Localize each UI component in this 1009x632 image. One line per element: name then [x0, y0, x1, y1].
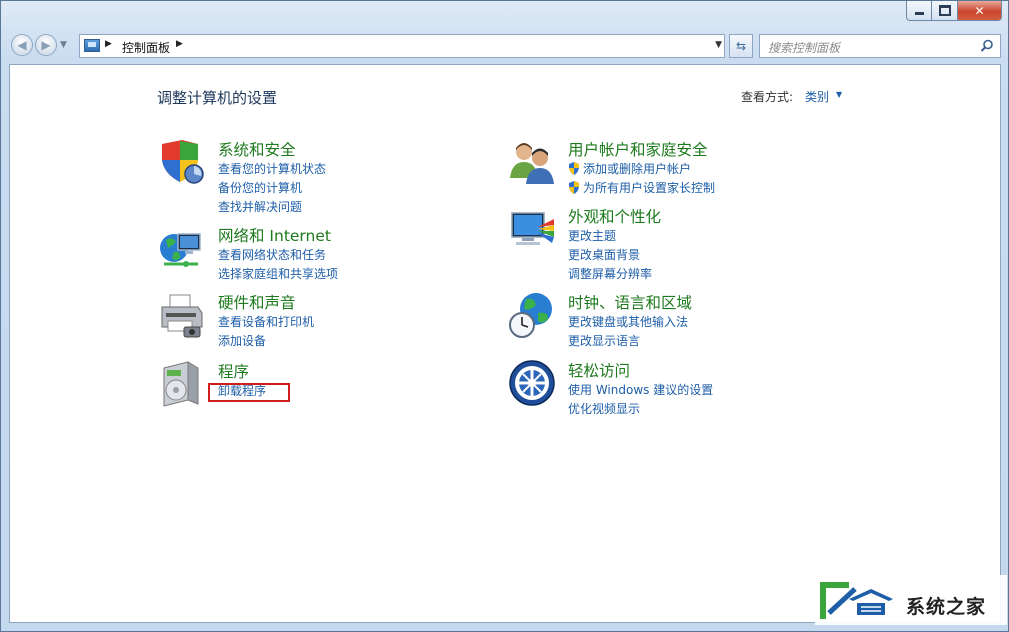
maximize-icon	[938, 5, 951, 16]
printer-icon[interactable]	[158, 291, 206, 339]
link-label: 添加或删除用户帐户	[583, 162, 692, 176]
forward-arrow-icon: ▶	[41, 38, 51, 52]
close-icon: ✕	[974, 3, 985, 18]
category-title[interactable]: 用户帐户和家庭安全	[568, 138, 708, 160]
display-icon[interactable]	[508, 205, 556, 253]
search-icon[interactable]	[980, 39, 994, 53]
view-by-label: 查看方式:	[741, 90, 794, 104]
link-recommended-settings[interactable]: 使用 Windows 建议的设置	[568, 381, 713, 398]
close-button[interactable]: ✕	[958, 1, 1002, 21]
link-backup-computer[interactable]: 备份您的计算机	[218, 179, 302, 196]
link-view-computer-status[interactable]: 查看您的计算机状态	[218, 160, 326, 177]
address-dropdown-icon[interactable]: ▼	[715, 40, 722, 50]
link-parental-controls[interactable]: 为所有用户设置家长控制	[568, 179, 715, 196]
category-title[interactable]: 系统和安全	[218, 138, 296, 160]
minimize-button[interactable]	[906, 1, 932, 21]
breadcrumb-control-panel[interactable]: 控制面板	[122, 39, 170, 56]
search-input[interactable]: 搜索控制面板	[768, 39, 840, 56]
link-troubleshoot[interactable]: 查找并解决问题	[218, 198, 302, 215]
category-title[interactable]: 时钟、语言和区域	[568, 291, 692, 313]
breadcrumb-separator-icon[interactable]: ▶	[176, 39, 183, 49]
shield-icon[interactable]	[158, 138, 206, 186]
link-change-input-method[interactable]: 更改键盘或其他输入法	[568, 313, 688, 330]
link-optimize-video[interactable]: 优化视频显示	[568, 400, 640, 417]
link-change-theme[interactable]: 更改主题	[568, 227, 616, 244]
refresh-icon: ⇆	[735, 39, 747, 53]
control-panel-window: ✕ ◀ ▶ ▼ ▶ 控制面板 ▶ ▼ ⇆ 搜索控制面板 调整计算机的设置 查看方…	[0, 0, 1009, 632]
category-title[interactable]: 硬件和声音	[218, 291, 296, 313]
ease-of-access-icon[interactable]	[508, 359, 556, 407]
breadcrumb-separator-icon[interactable]: ▶	[105, 39, 112, 49]
link-label: 为所有用户设置家长控制	[583, 181, 716, 195]
category-title[interactable]: 轻松访问	[568, 359, 630, 381]
globe-clock-icon[interactable]	[508, 291, 556, 339]
programs-icon[interactable]	[158, 360, 206, 408]
control-panel-icon	[84, 39, 100, 52]
highlight-box	[208, 383, 290, 402]
link-add-remove-accounts[interactable]: 添加或删除用户帐户	[568, 160, 691, 177]
page-title: 调整计算机的设置	[157, 89, 278, 107]
search-box[interactable]: 搜索控制面板	[759, 34, 1001, 58]
uac-shield-icon	[569, 181, 579, 194]
back-arrow-icon: ◀	[17, 38, 27, 52]
category-title[interactable]: 程序	[218, 360, 249, 382]
network-icon[interactable]	[158, 224, 206, 272]
watermark-logo-icon	[820, 582, 893, 619]
chevron-down-icon[interactable]: ▼	[836, 90, 842, 99]
recent-pages-dropdown-icon[interactable]: ▼	[60, 40, 67, 50]
link-change-background[interactable]: 更改桌面背景	[568, 246, 640, 263]
category-title[interactable]: 外观和个性化	[568, 205, 661, 227]
users-icon[interactable]	[508, 138, 556, 186]
link-network-status[interactable]: 查看网络状态和任务	[218, 246, 326, 263]
category-title[interactable]: 网络和 Internet	[218, 224, 331, 246]
link-screen-resolution[interactable]: 调整屏幕分辨率	[568, 265, 652, 282]
link-add-device[interactable]: 添加设备	[218, 332, 266, 349]
caption-buttons: ✕	[906, 1, 1002, 21]
address-bar[interactable]: ▶ 控制面板 ▶ ▼	[79, 34, 725, 58]
link-homegroup-sharing[interactable]: 选择家庭组和共享选项	[218, 265, 338, 282]
content-pane: 调整计算机的设置 查看方式: 类别 ▼ 系统和安全 查看您的计算机状态 备份您的…	[9, 64, 1001, 623]
forward-button[interactable]: ▶	[35, 34, 57, 56]
navigation-bar: ◀ ▶ ▼ ▶ 控制面板 ▶ ▼ ⇆ 搜索控制面板	[9, 33, 1001, 59]
link-devices-printers[interactable]: 查看设备和打印机	[218, 313, 314, 330]
view-by-dropdown[interactable]: 类别	[805, 88, 829, 105]
watermark-text: 系统之家	[906, 596, 987, 618]
link-change-display-language[interactable]: 更改显示语言	[568, 332, 640, 349]
back-button[interactable]: ◀	[11, 34, 33, 56]
maximize-button[interactable]	[932, 1, 958, 21]
watermark: 系统之家	[815, 575, 1007, 625]
uac-shield-icon	[569, 162, 579, 175]
minimize-icon	[914, 12, 924, 15]
refresh-button[interactable]: ⇆	[729, 34, 753, 58]
